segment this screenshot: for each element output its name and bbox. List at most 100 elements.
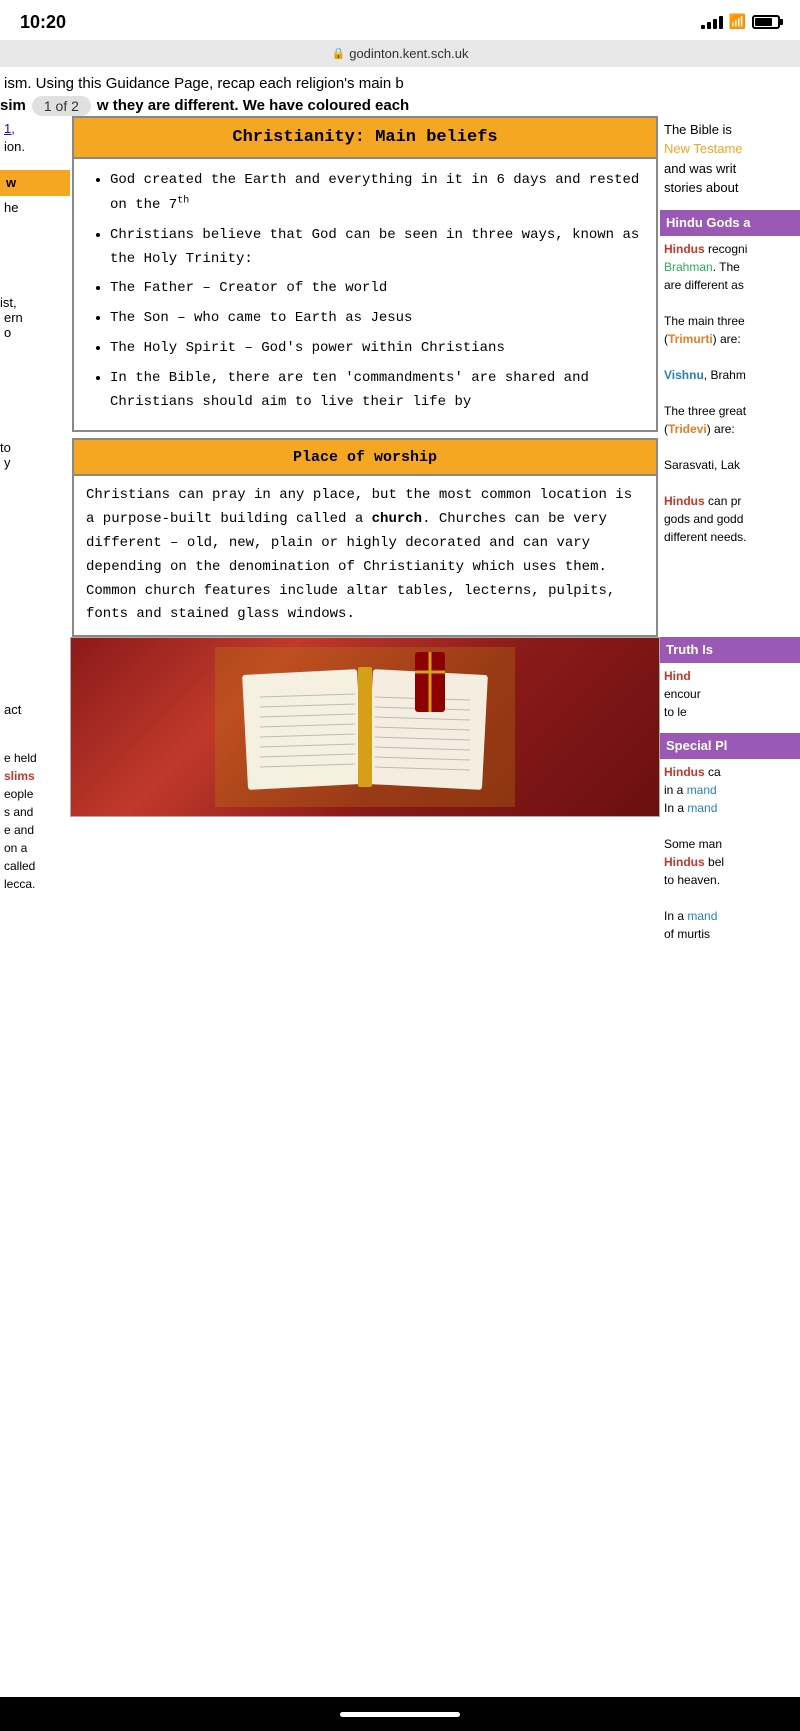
eople-text: eople [4,787,33,801]
belief-3-text: The Father – Creator of the world [110,280,387,296]
tole-text: to le [664,705,687,719]
status-icons: 📶 [701,14,780,31]
bel-text: bel [708,855,724,869]
left-he: he [0,200,70,215]
mand-blue3: mand [687,909,717,923]
left-w: w [6,175,16,190]
bar4 [719,16,723,29]
in-mand3: In a mand [664,909,717,923]
bar3 [713,19,717,29]
left-column: 1, ion. w he ist, ern o to y [0,116,70,638]
left-ist: ist, [0,295,70,310]
left-link[interactable]: 1, [4,121,15,136]
worship-body: Christians can pray in any place, but th… [74,476,656,635]
belief-1-text: God created the Earth and everything in … [110,172,639,213]
belief-4: The Son – who came to Earth as Jesus [110,307,644,331]
hindu-gods-header: Hindu Gods a [660,210,800,236]
mand-blue2: mand [687,801,717,815]
belief-6-text: In the Bible, there are ten 'commandment… [110,370,589,410]
hindus-special: Hindus [664,765,705,779]
tridevi-are: ) are: [707,422,735,436]
trimurti-label: Trimurti [668,332,713,346]
christianity-title: Christianity: Main beliefs [232,128,497,147]
truth-title: Truth Is [666,642,713,657]
nav-pill [340,1712,460,1717]
book-image-container [70,637,660,817]
slims-text: slims [4,769,35,783]
eople-label: eople [4,785,66,803]
belief-4-text: The Son – who came to Earth as Jesus [110,310,412,326]
hindu-body: Hindus recogni Brahman. The are differen… [660,236,800,550]
encour-text: encour [664,687,701,701]
left-o: o [0,325,70,340]
status-bar: 10:20 📶 [0,0,800,40]
url-text: godinton.kent.sch.uk [349,46,468,61]
belief-2-text: Christians believe that God can be seen … [110,227,639,267]
worship-header: Place of worship [74,440,656,476]
intro-line2-post: w they are different. We have coloured e… [97,97,409,114]
diff-needs-text: different needs. [664,530,747,544]
browser-bar[interactable]: 🔒 godinton.kent.sch.uk [0,40,800,67]
act-label: act [4,702,21,717]
left-y: y [0,455,70,470]
trimurti-are: ) are: [713,332,741,346]
left-to: to [0,440,70,455]
three-great-text: The three great [664,404,746,418]
sand-text: s and [4,805,33,819]
christianity-box: Christianity: Main beliefs God created t… [72,116,658,433]
page-badge: 1 of 2 [32,96,91,116]
belief-3: The Father – Creator of the world [110,277,644,301]
mand-blue1: mand [687,783,717,797]
bar2 [707,22,711,29]
bible-line3: and was writ [664,161,736,176]
belief-5-text: The Holy Spirit – God's power within Chr… [110,340,505,356]
ona-text: on a [4,841,27,855]
hindus-text2: Hindus [664,494,705,508]
left-orange-box: w [0,170,70,196]
beliefs-ul: God created the Earth and everything in … [94,169,644,415]
are-diff-text: are different as [664,278,744,292]
signal-icon [701,16,723,29]
bottom-section: act e held slims eople s and e and on a … [0,637,800,947]
brahman-text: Brahman [664,260,713,274]
special-ca: ca [708,765,721,779]
right-column: The Bible is New Testame and was writ st… [660,116,800,638]
can-pr-text: can pr [708,494,741,508]
book-image [71,638,659,816]
belief-6: In the Bible, there are ten 'commandment… [110,367,644,415]
new-testament-text: New Testame [664,141,743,156]
vishnu-text: Vishnu [664,368,704,382]
battery-icon [752,15,780,29]
special-body: Hindus ca in a mand In a mand Some man H… [660,759,800,947]
status-time: 10:20 [20,12,66,33]
held-label: e held [4,749,66,767]
ona-label: on a [4,839,66,857]
main-three-text: The main three [664,314,745,328]
intro-line2: sim 1 of 2 w they are different. We have… [0,96,800,116]
book-svg [215,647,515,807]
held-text: e held [4,751,37,765]
wifi-icon: 📶 [729,14,746,31]
content-row: 1, ion. w he ist, ern o to y Ch [0,116,800,638]
bar1 [701,25,705,29]
left-ern: ern [0,310,70,325]
gods-godd-text: gods and godd [664,512,743,526]
lecca-label: lecca. [4,875,66,893]
truth-header: Truth Is [660,637,800,663]
bible-text: The Bible is New Testame and was writ st… [660,116,800,202]
tridevi-label: Tridevi [668,422,707,436]
bottom-right: Truth Is Hind encour to le Special Pl Hi… [660,637,800,947]
sarasvati-text: Sarasvati, Lak [664,458,740,472]
sand-label: s and [4,803,66,821]
intro-line1: ism. Using this Guidance Page, recap eac… [0,73,800,96]
in-mand2: In a mand [664,801,717,815]
brahm-text: Brahm [710,368,745,382]
left-ion: ion. [4,139,25,154]
the-text: The [719,260,740,274]
hindus-truth: Hind [664,669,691,683]
eand-label: e and [4,821,66,839]
to-heaven-text: to heaven. [664,873,720,887]
page-container: 10:20 📶 🔒 godinton.kent.sch.uk ism. Usin… [0,0,800,947]
bible-line4: stories about [664,180,738,195]
bible-line1: The Bible is [664,122,732,137]
